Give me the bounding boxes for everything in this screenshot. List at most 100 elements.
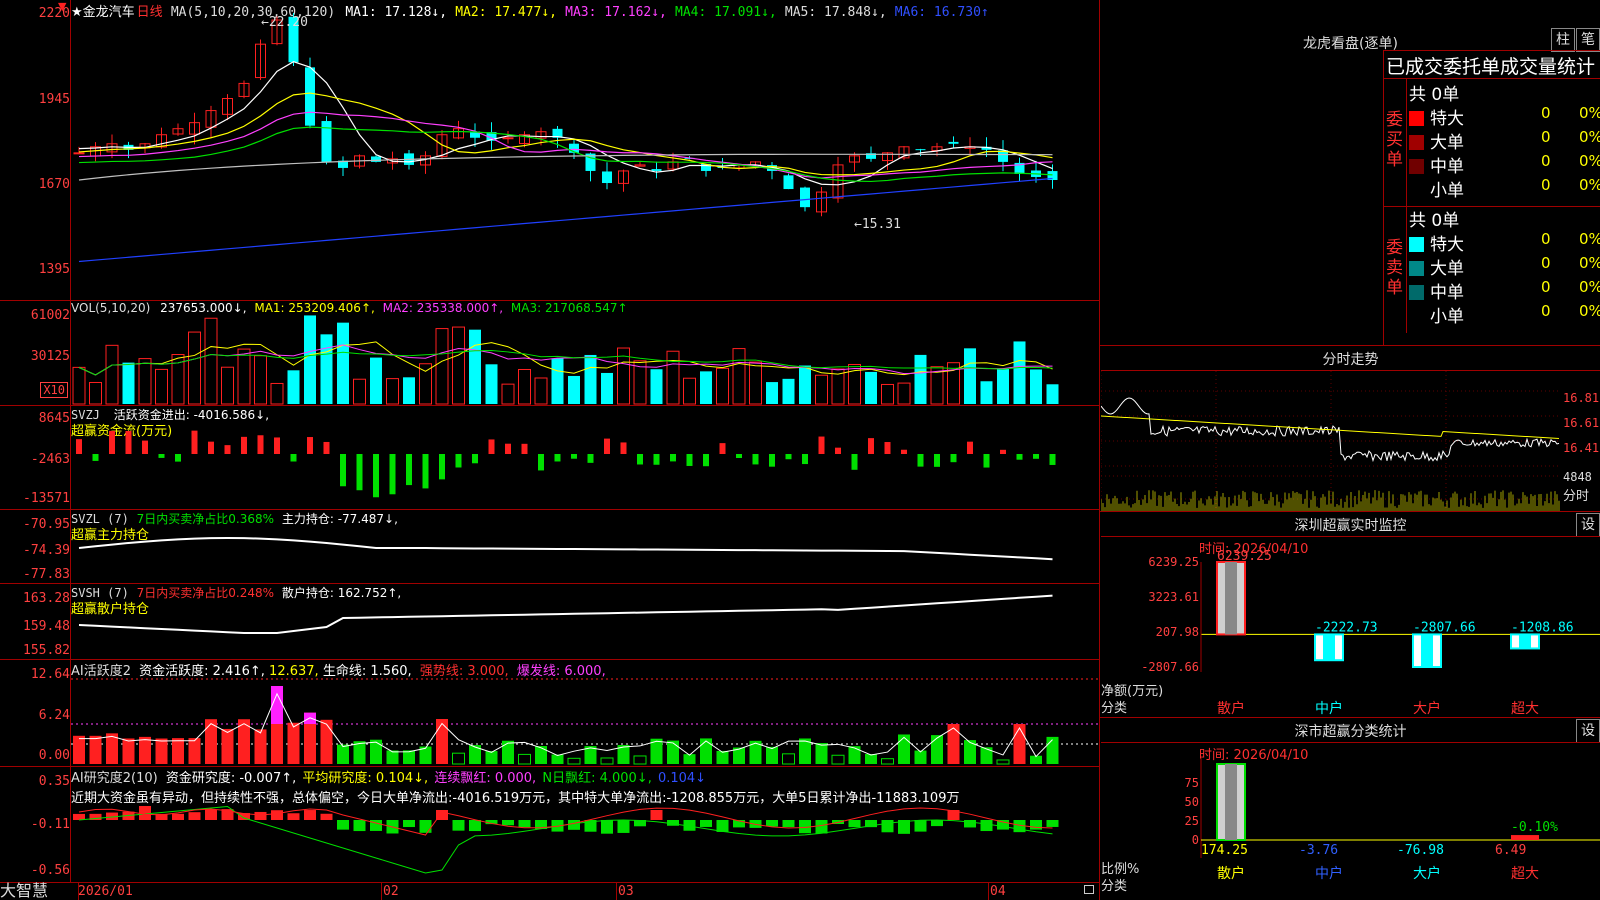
ai-bar — [700, 738, 712, 764]
buy-row-name: 大单 — [1430, 133, 1464, 153]
vol-bar — [320, 334, 333, 404]
svsh-y-axis: 163.28 159.48 155.82 — [0, 583, 70, 659]
classify-value: 6.49 — [1495, 843, 1526, 858]
flow-bar — [703, 454, 709, 467]
ai-bar — [436, 719, 448, 764]
ai-bar — [815, 743, 828, 764]
sell-row-name: 特大 — [1430, 235, 1464, 255]
tick-mode-button[interactable]: 笔 — [1576, 28, 1600, 52]
ai-bar — [600, 757, 614, 765]
buy-color-swatch — [1409, 135, 1424, 150]
brand-label[interactable]: 大智慧 — [0, 882, 48, 900]
intraday-chart[interactable] — [1101, 371, 1561, 511]
monitor-bar-chart[interactable]: 6239.25 3223.61 207.98 -2807.66 6239.25 散户 -22… — [1101, 512, 1600, 717]
research-bar — [716, 820, 729, 832]
ai-bar — [914, 750, 927, 764]
ai-bar — [633, 755, 647, 765]
bar-mode-button[interactable]: 柱 — [1551, 28, 1575, 52]
vol-bar — [304, 315, 316, 404]
monitor-y-tick: 207.98 — [1156, 625, 1199, 639]
research-bar — [848, 820, 861, 828]
y-tick: 0.35 — [38, 774, 70, 789]
classify-value: -76.98 — [1397, 843, 1444, 858]
vol-bar — [766, 382, 778, 404]
ai-bar — [188, 738, 201, 764]
vol-bar — [501, 383, 515, 405]
research-bar — [1046, 820, 1059, 827]
y-tick: 8645 — [38, 411, 70, 426]
flow-bar — [686, 454, 693, 466]
flow-bar — [637, 454, 643, 465]
vol-bar — [452, 326, 465, 405]
ai-bar — [782, 753, 795, 765]
ai-bar — [931, 735, 943, 764]
fenshi-title: 分时走势 — [1322, 352, 1379, 368]
monitor-value-label: -2807.66 — [1413, 620, 1476, 635]
ai-bar — [766, 746, 778, 764]
vol-bar — [237, 348, 251, 405]
flow-bar — [719, 443, 726, 454]
vol-bar — [782, 378, 795, 404]
right-border — [1099, 0, 1100, 900]
lock-icon[interactable] — [1084, 885, 1094, 894]
research-bar — [469, 820, 481, 832]
classify-y-tick: 25 — [1185, 814, 1199, 828]
ai-bar — [502, 740, 514, 764]
ai-bar — [567, 757, 581, 765]
x-label: 04 — [990, 884, 1006, 899]
buy-row-name: 小单 — [1430, 181, 1464, 201]
vol-bar — [518, 368, 531, 405]
ai-bar — [716, 750, 729, 764]
vol-bar — [403, 377, 415, 404]
candle-body — [651, 169, 662, 171]
x-label: 02 — [383, 884, 399, 899]
monitor-bar-center — [1519, 634, 1531, 649]
sell-row-count: 0 — [1541, 302, 1551, 320]
sell-row-name: 中单 — [1430, 283, 1464, 303]
research-bar — [205, 809, 217, 820]
research-bar — [304, 810, 316, 820]
y-tick: 1395 — [38, 262, 70, 277]
y-tick: -74.39 — [23, 543, 70, 558]
flow-bar — [967, 441, 973, 454]
kline-chart[interactable]: ←22.20 ←15.31 — [71, 0, 1099, 882]
monitor-panel[interactable]: 深圳超赢实时监控 设 时间: 2026/04/10 净额(万元) 分类 6239… — [1101, 512, 1600, 717]
vol-bar — [700, 371, 712, 404]
classify-top-label: -0.10% — [1511, 820, 1558, 835]
sell-row-pct: 0% — [1579, 302, 1600, 320]
classify-panel[interactable]: 深市超赢分类统计 设 时间: 2026/04/10 比例% 分类 75 50 25 0… — [1101, 718, 1600, 900]
fenshi-panel[interactable]: 分时走势 16.81 16.61 16.41 4848 分时 — [1101, 346, 1600, 511]
flow-bar — [554, 454, 561, 462]
chart-area[interactable]: ★金龙汽车 日线 MA(5,10,20,30,60,120) MA1: 17.12… — [0, 0, 1100, 900]
vol-bar — [897, 382, 911, 405]
classify-bar-chart[interactable]: 75 50 25 0174.25 散户 -3.76 中户 -76.98 大户 -0.10% 6.49… — [1101, 718, 1600, 900]
classify-value: 174.25 — [1201, 843, 1248, 858]
ai-bar — [139, 736, 151, 764]
flow-bar — [455, 454, 462, 468]
vol-y-axis: 61002 30125 X10 — [0, 300, 70, 405]
y-tick: -13571 — [23, 491, 70, 506]
monitor-value-label: -2222.73 — [1315, 620, 1378, 635]
flow-bar — [604, 438, 610, 454]
buy-row-pct: 0% — [1579, 128, 1600, 146]
x-label: 2026/01 — [78, 884, 133, 899]
flow-bar — [142, 440, 148, 454]
research-bar — [139, 806, 151, 820]
flow-bar — [505, 443, 511, 454]
sell-color-swatch — [1409, 261, 1424, 276]
buy-row-count: 0 — [1541, 176, 1551, 194]
lhb-subtitle: 已成交委托单成交量统计 — [1386, 56, 1596, 78]
vol-unit-badge[interactable]: X10 — [40, 382, 68, 398]
sell-row-name: 大单 — [1430, 259, 1464, 279]
research-bar — [271, 810, 283, 820]
ai-bar — [848, 746, 861, 764]
research-bar — [601, 820, 613, 834]
ai-bar — [980, 747, 993, 764]
flow-bar — [1049, 454, 1056, 465]
research-bar — [287, 813, 300, 820]
y-tick: -77.83 — [23, 567, 70, 582]
vol-bar — [1046, 384, 1059, 404]
ai-bar — [898, 734, 910, 764]
vol-ma3-line — [78, 349, 1053, 376]
vol-bar — [72, 366, 86, 405]
